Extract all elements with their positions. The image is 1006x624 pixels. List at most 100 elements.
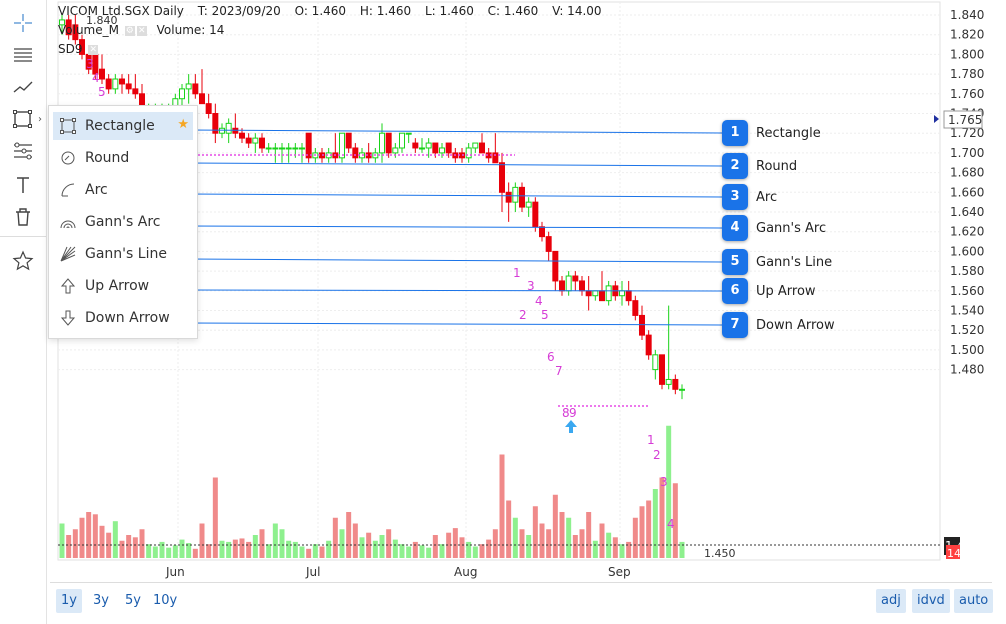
menu-item-gann-line[interactable]: Gann's Line (53, 240, 193, 268)
rectangle-icon (59, 117, 77, 135)
td-count-label: 7 (555, 364, 563, 378)
close-icon[interactable]: ✕ (136, 25, 147, 36)
auto-button[interactable]: auto (954, 589, 994, 613)
toolbar-divider (0, 236, 46, 237)
menu-item-arc[interactable]: Arc (53, 176, 193, 204)
td-count-label: 5 (98, 85, 106, 99)
candle-body (545, 236, 552, 252)
volume-bar (386, 529, 392, 558)
y-tick-label: 1.480 (950, 363, 984, 377)
crosshair-icon[interactable] (8, 10, 38, 36)
candle-body (645, 334, 652, 356)
idvd-button[interactable]: idvd (912, 589, 950, 613)
trend-line-icon[interactable] (8, 74, 38, 100)
volume-bar (439, 544, 445, 558)
volume-bar (519, 529, 525, 558)
volume-bar (246, 541, 252, 558)
candle-body (339, 132, 345, 159)
candle-body (272, 147, 279, 150)
candle-body (665, 378, 672, 385)
rectangle-icon[interactable]: › (8, 106, 42, 132)
volume-bar (459, 537, 465, 558)
volume-bar (592, 540, 598, 558)
td-count-label: 3 (86, 57, 94, 71)
candle-body (112, 78, 119, 90)
y-tick-label: 1.620 (950, 225, 984, 239)
callout-badge: 1 (722, 120, 748, 146)
volume-bar (139, 529, 145, 558)
callout-label: Arc (756, 190, 778, 205)
sd9-indicator-name: SD9 (58, 42, 83, 56)
candle-body (659, 354, 665, 385)
td-count-label: 4 (535, 294, 543, 308)
text-icon[interactable] (8, 172, 38, 198)
volume-bar (179, 539, 185, 558)
candle-body (472, 142, 479, 149)
callout-label: Gann's Line (756, 255, 833, 270)
volume-bar (206, 544, 212, 558)
candle-body (565, 275, 572, 292)
y-tick-label: 1.600 (950, 244, 984, 258)
candle-body (445, 142, 452, 154)
volume-bar (652, 489, 658, 558)
callout-connector (185, 193, 723, 198)
candle-body (479, 142, 485, 154)
candle-body (125, 83, 132, 90)
y-tick-label: 1.820 (950, 28, 984, 42)
volume-bar (339, 529, 345, 558)
menu-item-round[interactable]: Round (53, 144, 193, 172)
menu-item-up-arrow[interactable]: Up Arrow (53, 272, 193, 300)
candle-body (379, 132, 385, 154)
volume-bar (619, 544, 625, 558)
last-price-label: 1.765 (948, 113, 982, 127)
adj-button[interactable]: adj (876, 589, 906, 613)
period-5y-button[interactable]: 5y (120, 589, 146, 613)
volume-bar (499, 454, 505, 558)
td-count-label: 2 (653, 448, 661, 462)
star-icon[interactable] (8, 248, 38, 274)
menu-item-rectangle[interactable]: Rectangle ★ (53, 112, 193, 140)
settings-icon[interactable]: ⚙ (124, 25, 135, 36)
volume-bar (346, 512, 352, 558)
callout-connector (185, 225, 723, 229)
period-10y-button[interactable]: 10y (148, 589, 182, 613)
callout-connector (185, 258, 723, 263)
candle-body (392, 147, 399, 154)
candle-body (352, 147, 359, 159)
trash-icon[interactable] (8, 204, 38, 230)
candle-body (505, 191, 512, 203)
candle-body (672, 378, 679, 390)
volume-bar (506, 500, 512, 558)
callout-label: Round (756, 159, 798, 174)
period-3y-button[interactable]: 3y (88, 589, 114, 613)
horizontal-lines-icon[interactable] (8, 42, 38, 68)
callout-badge: 4 (722, 215, 748, 241)
menu-item-down-arrow[interactable]: Down Arrow (53, 304, 193, 332)
favorite-star-icon[interactable]: ★ (177, 117, 189, 132)
callout-label: Up Arrow (756, 284, 816, 299)
volume-bar (79, 517, 85, 558)
y-tick-label: 1.760 (950, 87, 984, 101)
volume-bar (492, 529, 498, 558)
close-icon[interactable]: ✕ (88, 44, 99, 55)
price-pointer-icon (934, 115, 939, 123)
volume-bar (99, 525, 105, 558)
volume-bar (472, 546, 478, 558)
y-tick-label: 1.780 (950, 67, 984, 81)
candle-body (285, 147, 292, 150)
candle-body (412, 142, 419, 149)
volume-bar (112, 521, 118, 558)
period-1y-button[interactable]: 1y (56, 589, 82, 613)
candle-body (552, 250, 559, 282)
volume-bar (646, 500, 652, 558)
callout-badge: 5 (722, 249, 748, 275)
volume-bar (66, 535, 72, 558)
volume-bar (286, 540, 292, 558)
menu-item-gann-arc[interactable]: Gann's Arc (53, 208, 193, 236)
menu-item-label: Gann's Line (85, 246, 167, 262)
volume-bar (532, 506, 538, 558)
candle-body (585, 290, 592, 297)
fibonacci-icon[interactable] (8, 138, 38, 164)
volume-bar (579, 529, 585, 558)
volume-bar (479, 544, 485, 558)
